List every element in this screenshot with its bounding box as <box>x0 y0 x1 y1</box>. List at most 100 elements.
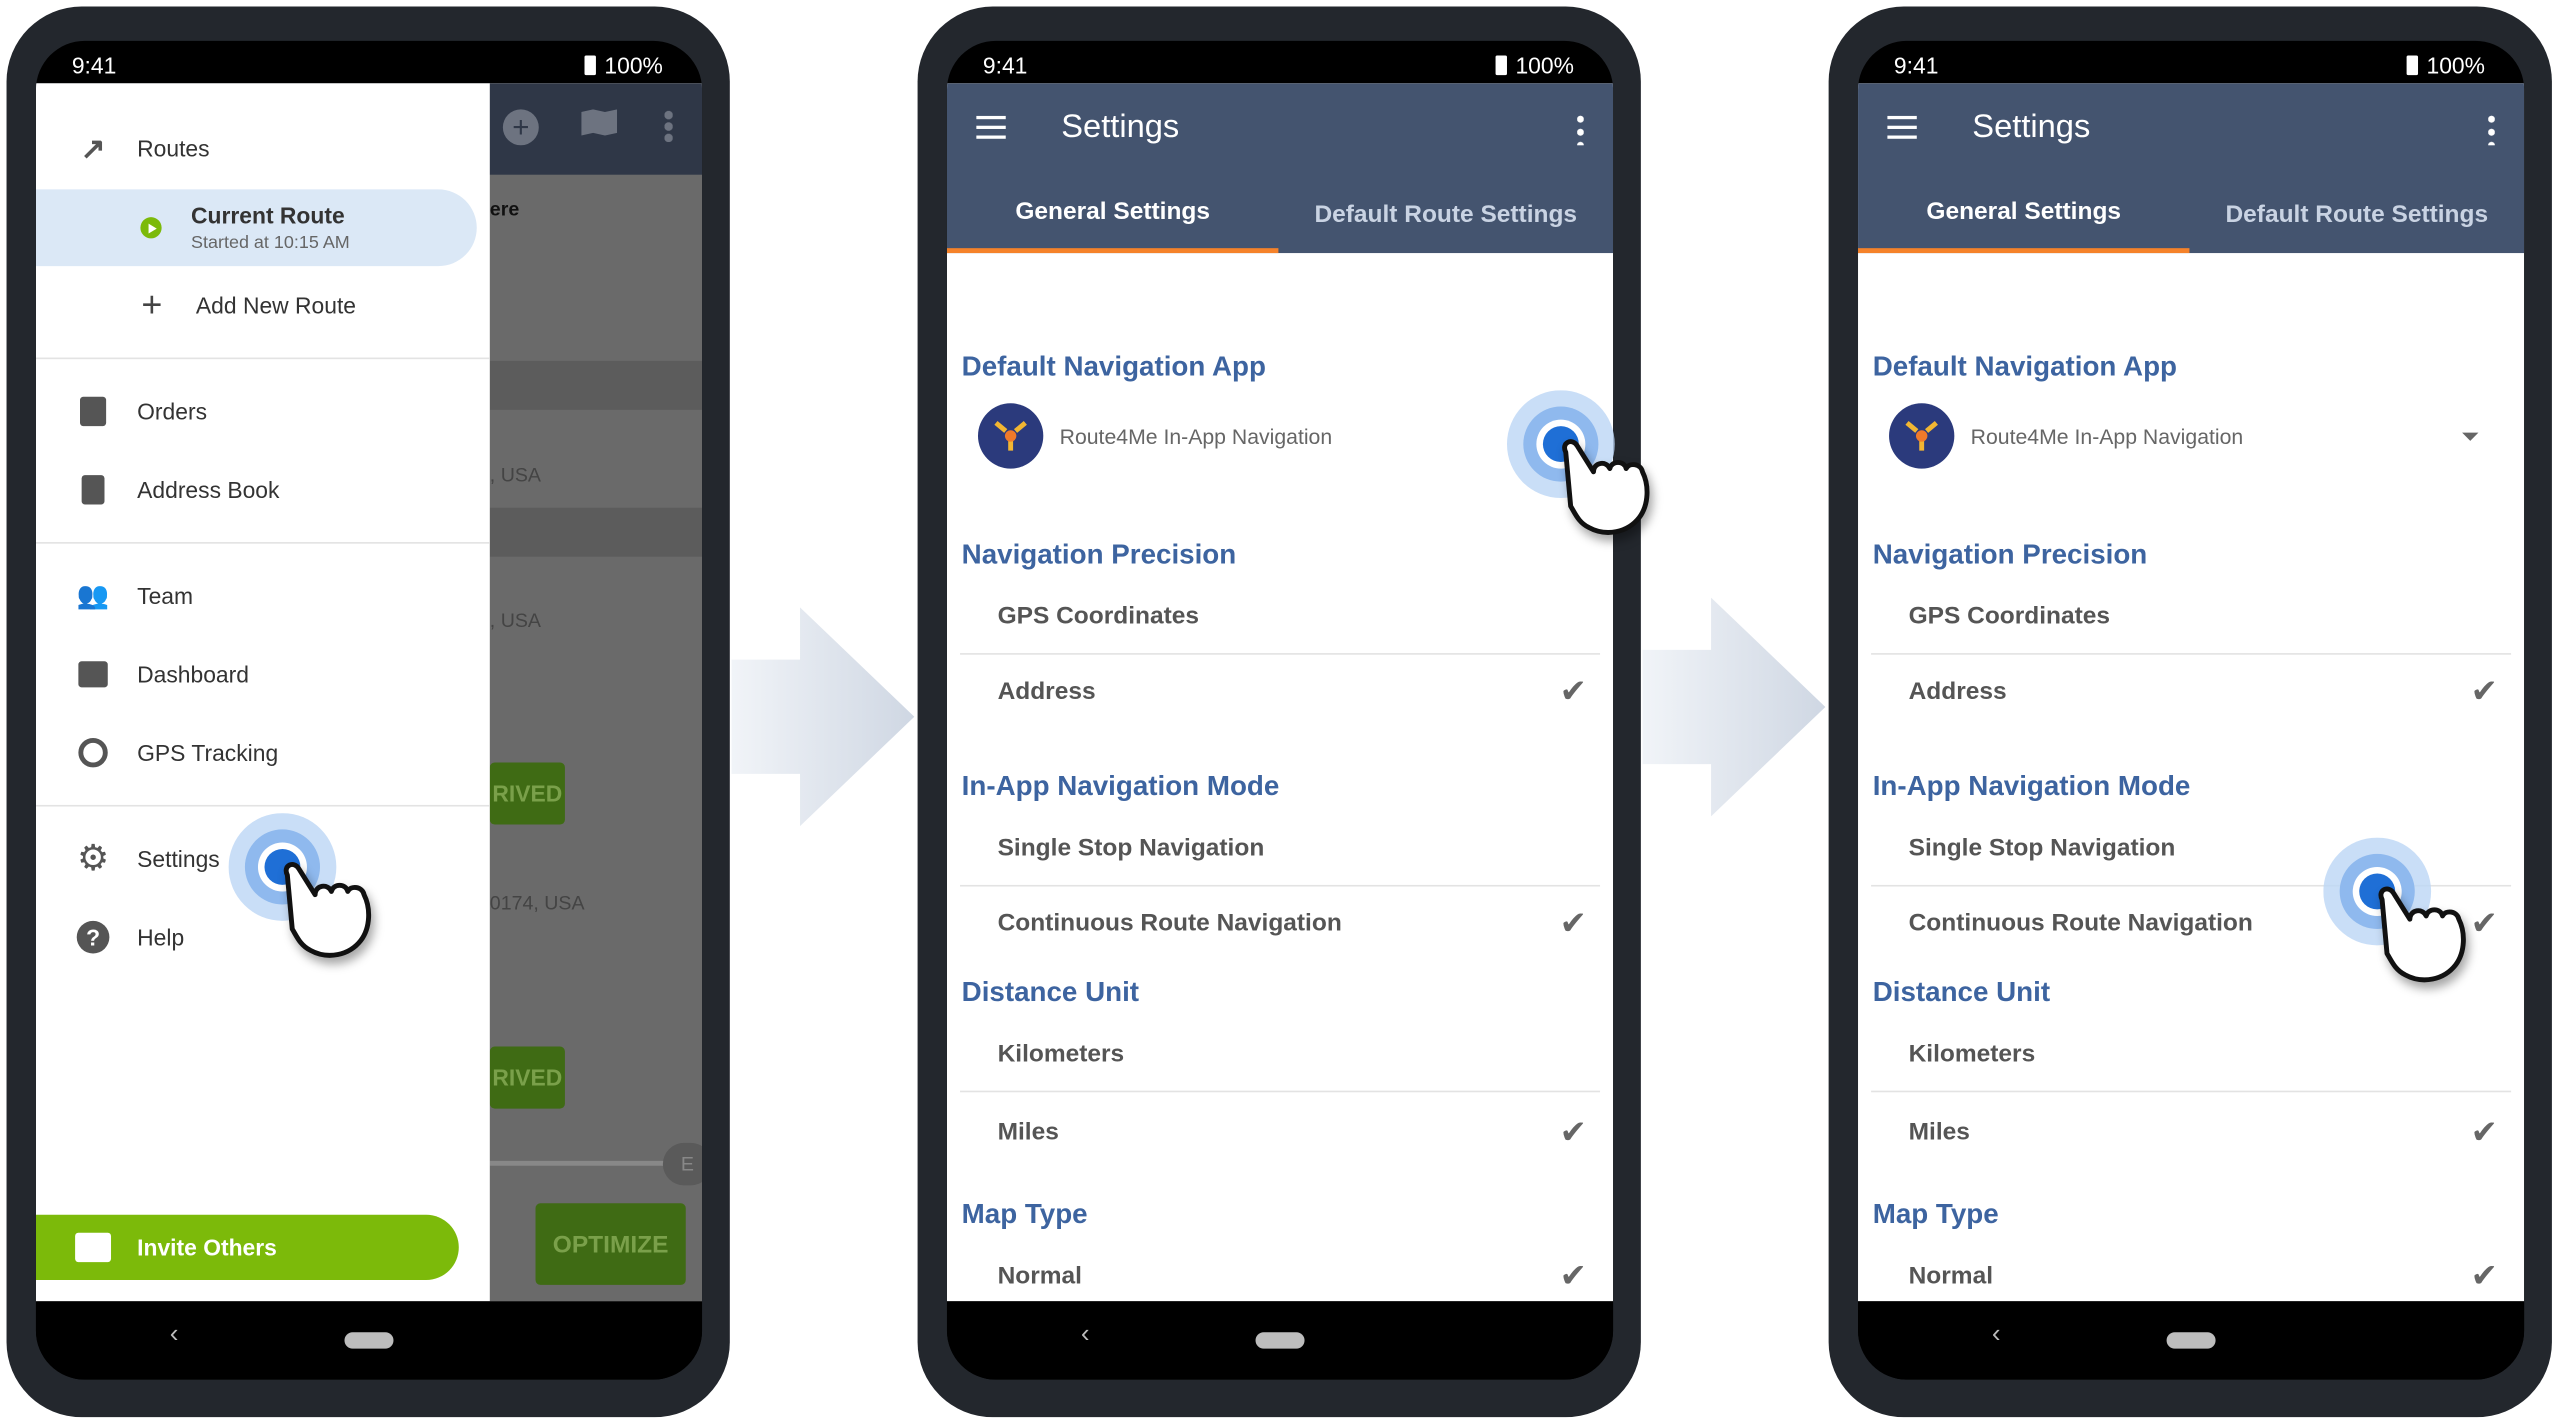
option-label: Address <box>1908 677 2007 706</box>
hamburger-menu-icon[interactable] <box>1887 115 1917 139</box>
settings-option[interactable]: GPS Coordinates <box>947 596 1613 642</box>
arrived-button[interactable]: RIVED <box>489 1046 565 1109</box>
navigation-app-dropdown[interactable]: Route4Me In-App Navigation <box>947 400 1613 472</box>
status-bar: 9:41 100% <box>36 41 702 83</box>
arrived-button[interactable]: RIVED <box>489 762 565 825</box>
section-title: Distance Unit <box>961 976 1140 1008</box>
home-button[interactable] <box>2166 1332 2216 1349</box>
tab-default-route-settings[interactable]: Default Route Settings <box>2189 175 2524 253</box>
settings-option[interactable]: Continuous Route Navigation ✔ <box>1858 903 2524 949</box>
play-icon <box>140 217 162 239</box>
settings-option[interactable]: Normal ✔ <box>1858 1256 2524 1302</box>
divider <box>960 884 1601 887</box>
settings-option[interactable]: Single Stop Navigation <box>947 828 1613 874</box>
arrow-icon <box>731 607 915 827</box>
drawer-item-dashboard[interactable]: Dashboard <box>36 642 490 707</box>
settings-option[interactable]: Kilometers <box>1858 1033 2524 1079</box>
divider <box>1871 1090 2512 1093</box>
option-label: Normal <box>997 1262 1082 1290</box>
back-icon[interactable]: ‹ <box>1081 1321 1090 1350</box>
map-icon[interactable] <box>581 109 618 136</box>
option-label: Kilometers <box>1908 1040 2036 1068</box>
checkmark-icon: ✔ <box>1559 1258 1587 1295</box>
drawer-item-label: Dashboard <box>137 661 249 688</box>
status-time: 9:41 <box>71 52 117 79</box>
gps-tracking-icon <box>75 735 111 771</box>
battery-percent: 100% <box>604 52 663 79</box>
battery-percent: 100% <box>2426 52 2485 79</box>
section-title: Navigation Precision <box>1872 538 2148 570</box>
drawer-item-current-route[interactable]: Current Route Started at 10:15 AM <box>35 189 477 267</box>
checkmark-icon: ✔ <box>1559 1115 1587 1152</box>
more-options-icon[interactable] <box>1577 112 1584 146</box>
back-icon[interactable]: ‹ <box>1992 1321 2001 1350</box>
optimize-button[interactable]: OPTIMIZE <box>535 1203 686 1285</box>
back-icon[interactable]: ‹ <box>170 1321 179 1350</box>
divider <box>35 804 490 807</box>
option-label: Continuous Route Navigation <box>1908 909 2253 938</box>
drawer-item-routes[interactable]: ↗ Routes <box>36 116 490 181</box>
option-label: GPS Coordinates <box>997 602 1199 631</box>
option-label: Normal <box>1908 1262 1994 1290</box>
settings-content: Settings General Settings Default Route … <box>946 83 1614 1302</box>
tab-default-route-settings[interactable]: Default Route Settings <box>1278 175 1613 253</box>
drawer-item-address-book[interactable]: Address Book <box>36 457 490 522</box>
settings-option[interactable]: Address ✔ <box>1858 671 2524 717</box>
drawer-item-label: Add New Route <box>195 292 357 319</box>
drawer-item-settings[interactable]: ⚙ Settings <box>36 826 490 891</box>
battery-status: 100% <box>584 52 663 79</box>
bg-address: , USA <box>489 608 541 632</box>
option-label: GPS Coordinates <box>1908 602 2111 631</box>
phone-settings-after: 9:41 100% Settings General Settings Defa… <box>1828 6 2552 1418</box>
option-label: Address <box>997 677 1096 706</box>
tab-general-settings[interactable]: General Settings <box>946 175 1279 254</box>
home-button[interactable] <box>344 1332 394 1349</box>
bg-address: 0174, USA <box>489 891 585 915</box>
home-button[interactable] <box>1255 1332 1305 1349</box>
drawer-item-orders[interactable]: Orders <box>36 379 490 444</box>
hamburger-menu-icon[interactable] <box>976 115 1006 139</box>
section-title: Default Navigation App <box>1872 351 2178 383</box>
navigation-app-value: Route4Me In-App Navigation <box>1970 424 2244 449</box>
tab-general-settings[interactable]: General Settings <box>1858 175 2190 254</box>
battery-percent: 100% <box>1515 52 1574 79</box>
more-options-icon[interactable] <box>2488 112 2495 146</box>
status-time: 9:41 <box>1893 52 1939 79</box>
bg-slider <box>489 1160 670 1166</box>
navigation-app-dropdown[interactable]: Route4Me In-App Navigation <box>1858 400 2524 472</box>
plus-icon: + <box>141 284 163 325</box>
app-content: + ere , USA , USA RIVED 0174, USA RIVED … <box>35 83 703 1302</box>
settings-option[interactable]: Miles ✔ <box>1858 1112 2524 1158</box>
phone-drawer: 9:41 100% + ere , USA , USA RIVED 0174, … <box>6 6 730 1418</box>
drawer-item-label: Orders <box>137 398 208 425</box>
team-icon: 👥 <box>76 582 110 611</box>
invite-others-button[interactable]: Invite Others <box>35 1214 459 1281</box>
drawer-item-label: GPS Tracking <box>137 739 279 766</box>
drawer-item-team[interactable]: 👥 Team <box>36 563 490 628</box>
drawer-item-help[interactable]: ? Help <box>36 905 490 970</box>
bg-band <box>489 507 703 557</box>
drawer-item-add-route[interactable]: + Add New Route <box>36 273 490 338</box>
gear-icon: ⚙ <box>76 837 110 879</box>
divider <box>35 357 490 360</box>
divider <box>1871 653 2512 655</box>
settings-option[interactable]: Single Stop Navigation <box>1858 828 2524 874</box>
system-nav-bar: ‹ <box>1858 1301 2525 1380</box>
settings-option[interactable]: Address ✔ <box>947 671 1613 717</box>
app-bar: Settings General Settings Default Route … <box>1858 83 2525 254</box>
settings-option[interactable]: Miles ✔ <box>947 1112 1613 1158</box>
routes-icon: ↗ <box>80 131 106 165</box>
option-label: Single Stop Navigation <box>997 834 1265 863</box>
option-label: Miles <box>1908 1118 1970 1147</box>
bg-band <box>489 360 703 410</box>
more-icon[interactable] <box>664 109 673 143</box>
page-title: Settings <box>1972 109 2091 146</box>
settings-option[interactable]: Kilometers <box>947 1033 1613 1079</box>
drawer-item-gps-tracking[interactable]: GPS Tracking <box>36 720 490 785</box>
phone-screen: 9:41 100% Settings General Settings Defa… <box>1858 40 2525 1380</box>
settings-option[interactable]: Normal ✔ <box>947 1256 1613 1302</box>
add-icon[interactable]: + <box>502 109 539 146</box>
settings-option[interactable]: Continuous Route Navigation ✔ <box>947 903 1613 949</box>
settings-option[interactable]: GPS Coordinates <box>1858 596 2524 642</box>
navigation-app-value: Route4Me In-App Navigation <box>1059 424 1333 449</box>
